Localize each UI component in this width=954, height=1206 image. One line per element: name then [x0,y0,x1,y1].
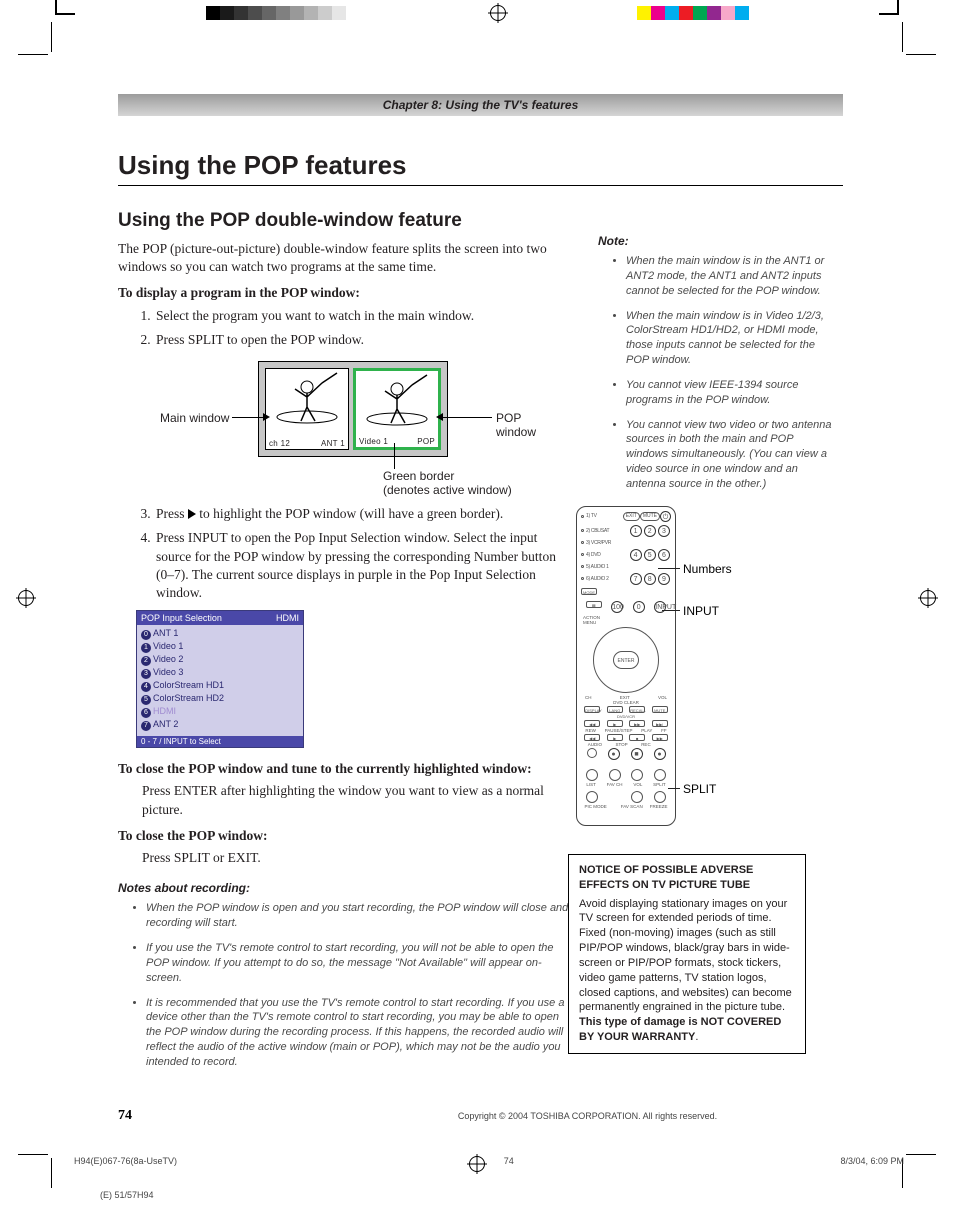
source-label: ANT 1 [321,439,345,448]
page-footer: 74 Copyright © 2004 TOSHIBA CORPORATION.… [118,1108,843,1124]
instruction-body: Press SPLIT or EXIT. [142,849,570,867]
menu-row: 1Video 1 [141,641,299,653]
menu-body: 0ANT 11Video 12Video 23Video 34ColorStre… [137,625,303,736]
crop-mark-icon [879,0,899,15]
crop-tick [906,54,936,55]
notice-bold: This type of damage is NOT COVERED BY YO… [579,1016,781,1043]
callout-line [658,568,680,569]
pop-window-pane: Video 1 POP [353,368,441,450]
menu-row: 4ColorStream HD1 [141,680,299,692]
batter-icon [266,369,348,429]
menu-row: 7ANT 2 [141,719,299,731]
side-column: Note: When the main window is in the ANT… [598,210,838,1080]
source-label: Video 1 [359,437,388,446]
steps-list: Press to highlight the POP window (will … [154,505,570,602]
menu-footer: 0 - 7 / INPUT to Select [137,736,303,747]
note-list: When the main window is in the ANT1 or A… [626,254,838,492]
note-item: When the POP window is open and you star… [146,901,570,931]
copyright-line: Copyright © 2004 TOSHIBA CORPORATION. Al… [332,1111,843,1121]
section-heading: Using the POP double-window feature [118,210,570,232]
crop-tick [902,22,903,52]
note-item: It is recommended that you use the TV's … [146,996,570,1070]
notice-heading: NOTICE OF POSSIBLE ADVERSE EFFECTS ON TV… [579,863,795,893]
recording-notes: When the POP window is open and you star… [146,901,570,1069]
arrowhead-icon [436,413,443,421]
callout-label: INPUT [683,604,719,618]
warranty-notice: NOTICE OF POSSIBLE ADVERSE EFFECTS ON TV… [568,854,806,1054]
crop-tick [51,22,52,52]
pop-label: POP [417,437,435,446]
crop-tick [18,1154,48,1155]
menu-row: 3Video 3 [141,667,299,679]
instruction-body: Press ENTER after highlighting the windo… [142,782,570,818]
callout-line [662,610,680,611]
callout-label: Numbers [683,562,732,576]
menu-titlebar: POP Input SelectionHDMI [137,611,303,625]
step-item: Select the program you want to watch in … [154,307,570,325]
callout-line [232,417,264,418]
step-item: Press SPLIT to open the POP window. [154,331,570,349]
channel-label: ch 12 [269,439,290,448]
instruction-heading: To close the POP window: [118,827,570,845]
note-item: If you use the TV's remote control to st… [146,941,570,986]
remote-illustration: 1) TVEXITMUTE⏻ 2) CBL/SAT123 3) VCR/PVR … [568,506,778,836]
remote-body: 1) TVEXITMUTE⏻ 2) CBL/SAT123 3) VCR/PVR … [576,506,676,826]
callout-line [442,417,492,418]
step-item: Press INPUT to open the Pop Input Select… [154,529,570,602]
color-swatches [637,6,749,20]
pop-diagram: ch 12 ANT 1 Video 1 POP Main window POP wi… [138,361,550,501]
note-item: When the main window is in Video 1/2/3, … [626,309,838,368]
gray-swatches [206,6,360,20]
step-item: Press to highlight the POP window (will … [154,505,570,523]
imprint-line: H94(E)067-76(8a-UseTV) 74 8/3/04, 6:09 P… [74,1156,904,1166]
menu-row: 6HDMI [141,706,299,718]
imprint-page: 74 [504,1156,514,1166]
steps-list: Select the program you want to watch in … [154,307,570,349]
crop-tick [18,54,48,55]
registration-mark-icon [18,590,34,606]
callout-label: Main window [160,411,229,425]
registration-mark-icon [920,590,936,606]
callout-label: Green border(denotes active window) [383,469,512,498]
play-icon [188,509,196,519]
callout-label: SPLIT [683,782,716,796]
main-window-pane: ch 12 ANT 1 [265,368,349,450]
dpad: ENTER [593,627,659,693]
registration-strip [0,4,954,22]
chapter-bar: Chapter 8: Using the TV's features [118,94,843,116]
note-item: You cannot view IEEE-1394 source program… [626,378,838,408]
batter-icon [356,371,438,431]
notes-heading: Note: [598,234,838,248]
intro-text: The POP (picture-out-picture) double-win… [118,240,570,276]
pop-input-selection-menu: POP Input SelectionHDMI 0ANT 11Video 12V… [136,610,304,748]
bottom-slug: (E) 51/57H94 [100,1190,154,1200]
crop-tick [51,1158,52,1188]
file-slug: H94(E)067-76(8a-UseTV) [74,1156,177,1166]
crop-tick [906,1154,936,1155]
instruction-heading: To close the POP window and tune to the … [118,760,570,778]
imprint-timestamp: 8/3/04, 6:09 PM [840,1156,904,1166]
instruction-heading: To display a program in the POP window: [118,284,570,302]
tv-illustration: ch 12 ANT 1 Video 1 POP [258,361,448,457]
note-item: You cannot view two video or two antenna… [626,418,838,492]
callout-line [668,788,680,789]
main-column: Using the POP double-window feature The … [118,210,570,1080]
callout-line [394,443,395,469]
page-number: 74 [118,1108,132,1124]
arrowhead-icon [263,413,270,421]
notice-body: Avoid displaying stationary images on yo… [579,898,792,1014]
menu-row: 0ANT 1 [141,628,299,640]
note-item: When the main window is in the ANT1 or A… [626,254,838,299]
page-content: Chapter 8: Using the TV's features Using… [118,94,843,1080]
menu-row: 2Video 2 [141,654,299,666]
registration-mark-icon [490,5,506,21]
crop-mark-icon [55,0,75,15]
callout-label: POP window [496,411,550,439]
menu-row: 5ColorStream HD2 [141,693,299,705]
page-title: Using the POP features [118,150,843,186]
notes-heading: Notes about recording: [118,881,570,895]
